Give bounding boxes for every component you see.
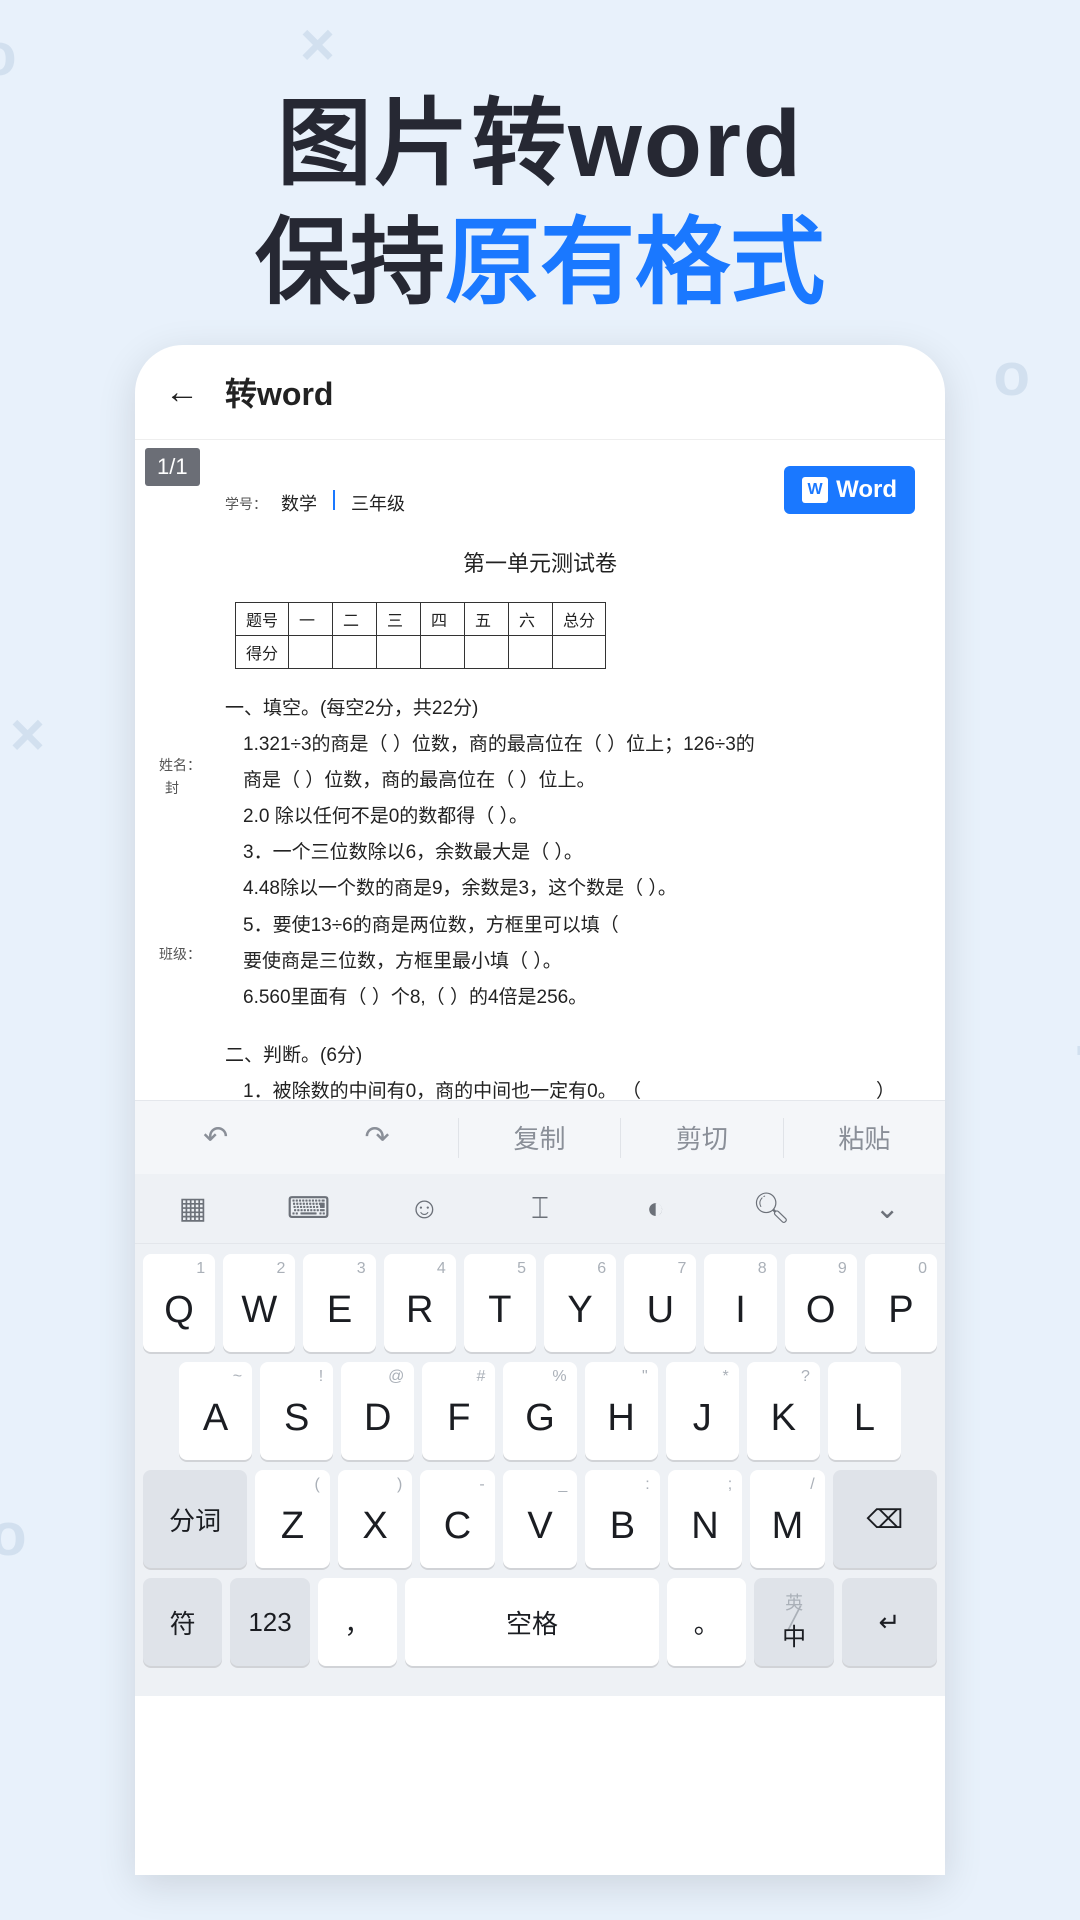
th[interactable]: 四 <box>421 603 465 636</box>
kb-voice-icon[interactable]: ◐ <box>598 1192 714 1226</box>
undo-button[interactable]: ↶ <box>135 1120 296 1155</box>
key-enter[interactable]: ↵ <box>842 1578 937 1666</box>
key-numeric[interactable]: 123 <box>230 1578 309 1666</box>
label-feng: 封 <box>165 778 179 798</box>
key-s[interactable]: !S <box>260 1362 333 1460</box>
td[interactable]: 得分 <box>236 636 289 669</box>
key-q[interactable]: 1Q <box>143 1254 215 1352</box>
list-item[interactable]: 5．要使13÷6的商是两位数，方框里可以填（ <box>243 908 925 944</box>
section-heading[interactable]: 一、填空。(每空2分，共22分) <box>225 691 925 727</box>
key-a[interactable]: ~A <box>179 1362 252 1460</box>
th[interactable]: 六 <box>509 603 553 636</box>
page-title: 转word <box>225 369 333 415</box>
key-w[interactable]: 2W <box>223 1254 295 1352</box>
kb-apps-icon[interactable]: ▦ <box>135 1191 251 1226</box>
cut-button[interactable]: 剪切 <box>621 1119 782 1156</box>
app-bar: ← 转word <box>135 345 945 440</box>
key-h[interactable]: "H <box>585 1362 658 1460</box>
list-item[interactable]: 3．一个三位数除以6，余数最大是（ ）。 <box>243 835 925 871</box>
document-content[interactable]: 学号： 数学 三年级 第一单元测试卷 题号 一 二 三 四 五 六 总分 得分 <box>155 490 925 1100</box>
edit-toolbar: ↶ ↷ 复制 剪切 粘贴 <box>135 1100 945 1174</box>
key-k[interactable]: ?K <box>747 1362 820 1460</box>
list-item[interactable]: 2.0 除以任何不是0的数都得（ ）。 <box>243 799 925 835</box>
promo-headline: 图片转word 保持原有格式 <box>0 0 1080 323</box>
kb-layout-icon[interactable]: ⌨ <box>251 1191 367 1226</box>
key-l[interactable]: L <box>828 1362 901 1460</box>
score-table[interactable]: 题号 一 二 三 四 五 六 总分 得分 <box>235 602 606 669</box>
label-class: 班级： <box>159 944 201 964</box>
doc-title[interactable]: 第一单元测试卷 <box>155 546 925 578</box>
key-c[interactable]: -C <box>420 1470 494 1568</box>
section-2[interactable]: 二、判断。(6分) 1．被除数的中间有0，商的中间也一定有0。 （ ） 2．在有… <box>225 1038 925 1100</box>
key-x[interactable]: )X <box>338 1470 412 1568</box>
th[interactable]: 五 <box>465 603 509 636</box>
copy-button[interactable]: 复制 <box>459 1119 620 1156</box>
key-m[interactable]: /M <box>750 1470 824 1568</box>
key-v[interactable]: _V <box>503 1470 577 1568</box>
key-d[interactable]: @D <box>341 1362 414 1460</box>
key-space[interactable]: 空格 <box>405 1578 659 1666</box>
th[interactable]: 二 <box>333 603 377 636</box>
key-language[interactable]: 英 ╱ 中 <box>754 1578 833 1666</box>
enter-icon: ↵ <box>878 1607 900 1638</box>
key-backspace[interactable]: ⌫ <box>833 1470 937 1568</box>
th[interactable]: 三 <box>377 603 421 636</box>
key-segment[interactable]: 分词 <box>143 1470 247 1568</box>
phone-frame: ← 转word 1/1 W Word 学号： 数学三年级 第一单元测试卷 题号 … <box>135 345 945 1875</box>
backspace-icon: ⌫ <box>866 1504 903 1535</box>
key-symbols[interactable]: 符 <box>143 1578 222 1666</box>
key-o[interactable]: 9O <box>785 1254 857 1352</box>
page-count-badge: 1/1 <box>145 448 200 486</box>
key-t[interactable]: 5T <box>464 1254 536 1352</box>
section-1[interactable]: 一、填空。(每空2分，共22分) 1.321÷3的商是（ ）位数，商的最高位在（… <box>225 691 925 1016</box>
key-z[interactable]: (Z <box>255 1470 329 1568</box>
key-u[interactable]: 7U <box>624 1254 696 1352</box>
list-item[interactable]: 4.48除以一个数的商是9，余数是3，这个数是（ ）。 <box>243 871 925 907</box>
key-period[interactable]: 。 <box>667 1578 746 1666</box>
close-paren: ） <box>876 1074 895 1100</box>
keyboard-toolbar: ▦ ⌨ ☺ ⌶ ◐ 🔍︎ ⌄ <box>135 1174 945 1244</box>
kb-collapse-icon[interactable]: ⌄ <box>829 1191 945 1226</box>
list-item[interactable]: 要使商是三位数，方框里最小填（ ）。 <box>243 944 925 980</box>
list-item[interactable]: 1．被除数的中间有0，商的中间也一定有0。 （ ） <box>243 1074 925 1100</box>
key-y[interactable]: 6Y <box>544 1254 616 1352</box>
label-name: 姓名： <box>159 755 201 775</box>
th[interactable]: 一 <box>289 603 333 636</box>
key-e[interactable]: 3E <box>303 1254 375 1352</box>
doc-subject[interactable]: 数学 <box>281 490 317 516</box>
key-comma[interactable]: ， <box>318 1578 397 1666</box>
doc-grade[interactable]: 三年级 <box>351 490 405 516</box>
back-button[interactable]: ← <box>165 373 215 412</box>
redo-button[interactable]: ↷ <box>296 1120 457 1155</box>
kb-cursor-icon[interactable]: ⌶ <box>482 1192 598 1226</box>
text-cursor <box>333 490 335 510</box>
keyboard-row-3: 分词 (Z )X -C _V :B ;N /M ⌫ <box>143 1470 937 1568</box>
kb-emoji-icon[interactable]: ☺ <box>366 1192 482 1226</box>
headline-line1: 图片转word <box>0 85 1080 204</box>
key-f[interactable]: #F <box>422 1362 495 1460</box>
key-i[interactable]: 8I <box>704 1254 776 1352</box>
key-r[interactable]: 4R <box>384 1254 456 1352</box>
list-item[interactable]: 1.321÷3的商是（ ）位数，商的最高位在（ ）位上；126÷3的 <box>243 727 925 763</box>
key-b[interactable]: :B <box>585 1470 659 1568</box>
label-student-id: 学号： <box>225 494 267 516</box>
kb-search-icon[interactable]: 🔍︎ <box>714 1191 830 1226</box>
th[interactable]: 总分 <box>553 603 606 636</box>
headline-line2b: 原有格式 <box>445 210 825 316</box>
document-area[interactable]: 1/1 W Word 学号： 数学三年级 第一单元测试卷 题号 一 二 三 四 … <box>135 440 945 1100</box>
keyboard-row-2: ~A !S @D #F %G "H *J ?K L <box>143 1362 937 1460</box>
soft-keyboard: ▦ ⌨ ☺ ⌶ ◐ 🔍︎ ⌄ 1Q 2W 3E 4R 5T 6Y 7U 8I 9… <box>135 1174 945 1696</box>
key-g[interactable]: %G <box>503 1362 576 1460</box>
key-p[interactable]: 0P <box>865 1254 937 1352</box>
section-heading[interactable]: 二、判断。(6分) <box>225 1038 925 1074</box>
paste-button[interactable]: 粘贴 <box>784 1119 945 1156</box>
keyboard-row-1: 1Q 2W 3E 4R 5T 6Y 7U 8I 9O 0P <box>143 1254 937 1352</box>
headline-line2a: 保持 <box>255 210 445 316</box>
list-item[interactable]: 6.560里面有（ ）个8,（ ）的4倍是256。 <box>243 980 925 1016</box>
th[interactable]: 题号 <box>236 603 289 636</box>
key-j[interactable]: *J <box>666 1362 739 1460</box>
key-n[interactable]: ;N <box>668 1470 742 1568</box>
keyboard-row-4: 符 123 ， 空格 。 英 ╱ 中 ↵ <box>143 1578 937 1666</box>
list-item[interactable]: 商是（ ）位数，商的最高位在（ ）位上。 <box>243 763 925 799</box>
